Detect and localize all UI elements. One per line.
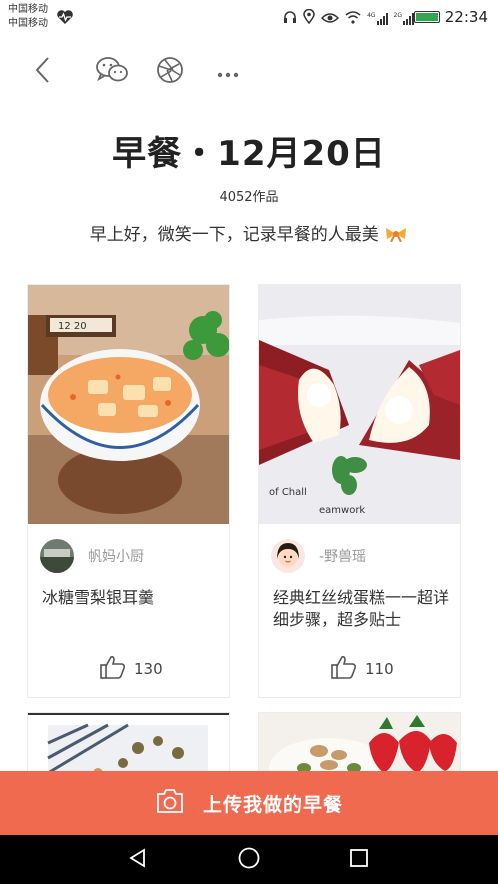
wechat-icon bbox=[95, 56, 129, 88]
avatar[interactable] bbox=[271, 539, 305, 573]
system-nav-bar bbox=[0, 835, 498, 884]
like-count: 130 bbox=[134, 660, 163, 678]
thumbs-up-icon bbox=[100, 655, 126, 683]
carrier-2: 中国移动 bbox=[8, 18, 48, 29]
location-icon bbox=[303, 8, 315, 28]
toolbar bbox=[0, 46, 498, 98]
greeting-text: 早上好，微笑一下，记录早餐的人最美 bbox=[89, 225, 379, 245]
nav-home-button[interactable] bbox=[219, 835, 279, 884]
svg-text:eamwork: eamwork bbox=[319, 505, 365, 516]
headphones-icon bbox=[283, 9, 297, 28]
post-card[interactable]: of Chall eamwork -野兽瑶 经典红丝绒蛋糕一一超详细步骤，超多贴士… bbox=[259, 285, 460, 697]
page-title: 早餐・12月20日 bbox=[112, 134, 386, 174]
signal-1: 4G bbox=[367, 11, 388, 25]
status-bar: 中国移动 中国移动 4G 2G 22:34 bbox=[0, 0, 498, 36]
post-title[interactable]: 冰糖雪梨银耳羹 bbox=[42, 587, 220, 609]
thumbs-up-icon bbox=[331, 655, 357, 683]
post-title[interactable]: 经典红丝绒蛋糕一一超详细步骤，超多贴士 bbox=[273, 587, 451, 631]
post-card[interactable]: 12 20 帆妈小厨 冰糖雪梨银耳羹 130 bbox=[28, 285, 229, 697]
network-type-2: 2G bbox=[393, 11, 402, 19]
author-name[interactable]: 帆妈小厨 bbox=[88, 546, 144, 566]
avatar[interactable] bbox=[40, 539, 74, 573]
wifi-icon bbox=[345, 9, 361, 28]
svg-text:of Chall: of Chall bbox=[269, 487, 307, 498]
signal-2: 2G bbox=[393, 11, 414, 25]
more-button[interactable] bbox=[208, 46, 248, 98]
camera-icon bbox=[155, 788, 185, 818]
share-wechat-button[interactable] bbox=[92, 46, 132, 98]
eye-icon bbox=[321, 9, 340, 28]
post-photo[interactable]: 12 20 bbox=[28, 285, 229, 524]
work-count: 4052作品 bbox=[219, 190, 279, 205]
like-button[interactable]: 110 bbox=[331, 655, 394, 683]
carrier-1: 中国移动 bbox=[8, 4, 48, 15]
heart-rate-icon bbox=[56, 9, 74, 29]
greeting: 早上好，微笑一下，记录早餐的人最美 bbox=[0, 220, 498, 245]
upload-label: 上传我做的早餐 bbox=[202, 793, 343, 816]
nav-back-button[interactable] bbox=[108, 835, 168, 884]
clock: 22:34 bbox=[444, 8, 488, 26]
triangle-back-icon bbox=[128, 847, 148, 872]
post-author[interactable]: -野兽瑶 bbox=[271, 539, 366, 573]
like-button[interactable]: 130 bbox=[100, 655, 163, 683]
calendar-date: 12 20 bbox=[58, 321, 87, 332]
upload-button[interactable]: 上传我做的早餐 bbox=[0, 771, 498, 835]
square-recents-icon bbox=[349, 848, 369, 872]
post-author[interactable]: 帆妈小厨 bbox=[40, 539, 144, 573]
like-count: 110 bbox=[365, 660, 394, 678]
more-icon bbox=[217, 63, 239, 82]
network-type-1: 4G bbox=[367, 11, 376, 19]
share-moments-button[interactable] bbox=[150, 46, 190, 98]
bow-icon bbox=[384, 225, 408, 245]
circle-home-icon bbox=[237, 846, 261, 874]
nav-recents-button[interactable] bbox=[329, 835, 389, 884]
battery-icon bbox=[414, 11, 440, 23]
back-icon bbox=[34, 56, 50, 88]
author-name[interactable]: -野兽瑶 bbox=[319, 546, 366, 566]
post-photo[interactable]: of Chall eamwork bbox=[259, 285, 460, 524]
back-button[interactable] bbox=[22, 46, 62, 98]
moments-icon bbox=[156, 56, 184, 88]
